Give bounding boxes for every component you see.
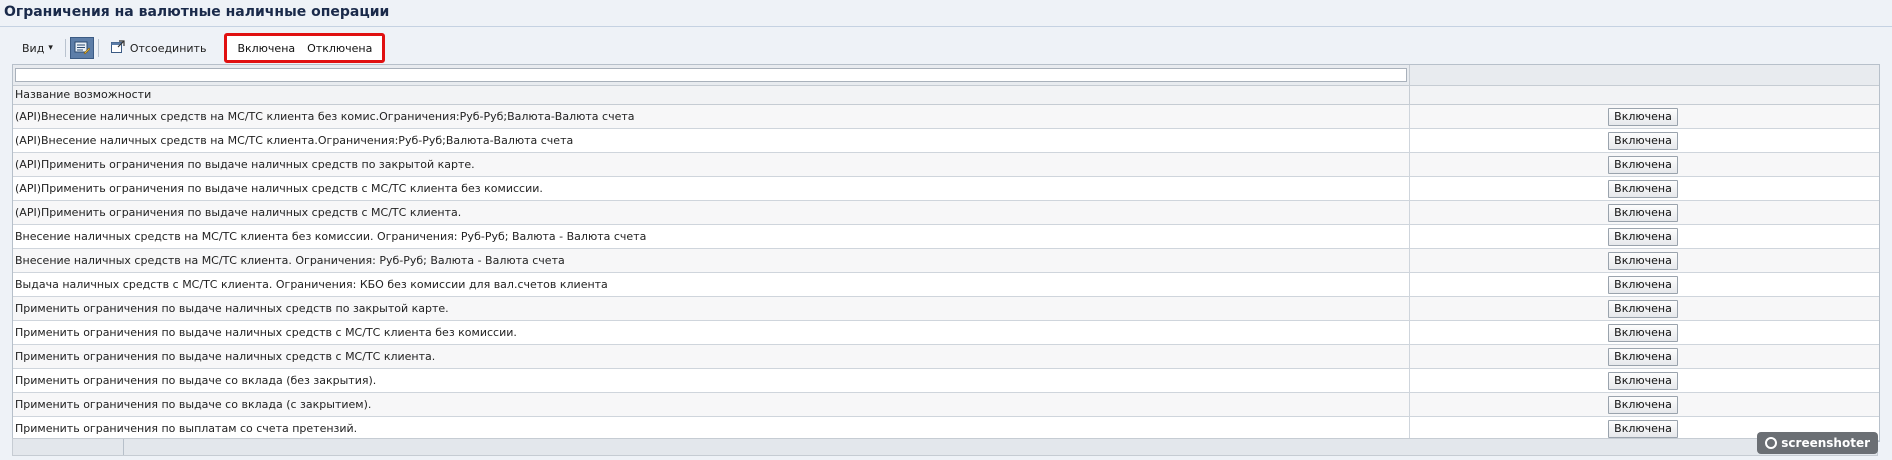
action-cell: Включена — [1410, 345, 1879, 368]
action-cell: Включена — [1410, 273, 1879, 296]
table-row: Применить ограничения по выдаче наличных… — [13, 297, 1879, 321]
action-cell: Включена — [1410, 225, 1879, 248]
detach-label: Отсоединить — [129, 41, 207, 55]
table-row: Применить ограничения по выдаче наличных… — [13, 321, 1879, 345]
action-cell: Включена — [1410, 393, 1879, 416]
toggle-status-button[interactable]: Включена — [1608, 371, 1678, 390]
filter-cell — [13, 65, 1410, 85]
toggle-status-button[interactable]: Включена — [1608, 227, 1678, 246]
capability-name-cell: (API)Внесение наличных средств на МС/ТС … — [13, 129, 1410, 152]
column-header-action — [1410, 86, 1879, 104]
capability-name-cell: (API)Применить ограничения по выдаче нал… — [13, 201, 1410, 224]
toggle-status-button[interactable]: Включена — [1608, 155, 1678, 174]
table-row: Внесение наличных средств на МС/ТС клиен… — [13, 225, 1879, 249]
at-icon — [1765, 437, 1778, 449]
capability-name-cell: Применить ограничения по выдаче наличных… — [13, 345, 1410, 368]
name-filter-input[interactable] — [15, 68, 1407, 82]
action-cell: Включена — [1410, 177, 1879, 200]
capability-name-cell: Применить ограничения по выдаче наличных… — [13, 321, 1410, 344]
toggle-status-button[interactable]: Включена — [1608, 419, 1678, 438]
capability-name-cell: Выдача наличных средств с МС/ТС клиента.… — [13, 273, 1410, 296]
watermark-text: screenshoter — [1781, 436, 1870, 450]
table-row: (API)Внесение наличных средств на МС/ТС … — [13, 105, 1879, 129]
toggle-status-button[interactable]: Включена — [1608, 275, 1678, 294]
edit-table-icon[interactable] — [69, 37, 94, 59]
toggle-status-button[interactable]: Включена — [1608, 107, 1678, 126]
status-filter-group: Включена Отключена — [224, 33, 386, 63]
action-cell: Включена — [1410, 369, 1879, 392]
table-row: (API)Внесение наличных средств на МС/ТС … — [13, 129, 1879, 153]
watermark: screenshoter — [1757, 432, 1878, 454]
action-cell: Включена — [1410, 249, 1879, 272]
table-row: Применить ограничения по выдаче со вклад… — [13, 369, 1879, 393]
enabled-filter-button[interactable]: Включена — [237, 42, 295, 55]
toggle-status-button[interactable]: Включена — [1608, 395, 1678, 414]
capability-name-cell: Применить ограничения по выдаче наличных… — [13, 297, 1410, 320]
capability-name-cell: (API)Применить ограничения по выдаче нал… — [13, 177, 1410, 200]
toggle-status-button[interactable]: Включена — [1608, 299, 1678, 318]
table-row: (API)Применить ограничения по выдаче нал… — [13, 153, 1879, 177]
detach-icon — [110, 39, 125, 57]
action-cell: Включена — [1410, 105, 1879, 128]
action-cell: Включена — [1410, 129, 1879, 152]
disabled-filter-button[interactable]: Отключена — [307, 42, 372, 55]
capability-name-cell: Применить ограничения по выдаче со вклад… — [13, 369, 1410, 392]
table-footer — [12, 438, 1878, 456]
toggle-status-button[interactable]: Включена — [1608, 131, 1678, 150]
action-cell: Включена — [1410, 321, 1879, 344]
title-divider — [0, 26, 1892, 27]
capability-name-cell: Применить ограничения по выдаче со вклад… — [13, 393, 1410, 416]
capability-name-cell: Применить ограничения по выплатам со сче… — [13, 417, 1410, 440]
capability-name-cell: (API)Внесение наличных средств на МС/ТС … — [13, 105, 1410, 128]
table-body: (API)Внесение наличных средств на МС/ТС … — [13, 105, 1879, 441]
action-cell: Включена — [1410, 201, 1879, 224]
capability-name-cell: Внесение наличных средств на МС/ТС клиен… — [13, 249, 1410, 272]
detach-button[interactable]: Отсоединить — [103, 37, 215, 59]
page-title: Ограничения на валютные наличные операци… — [4, 4, 390, 20]
chevron-down-icon: ▾ — [48, 43, 53, 53]
table-row: Внесение наличных средств на МС/ТС клиен… — [13, 249, 1879, 273]
capability-name-cell: Внесение наличных средств на МС/ТС клиен… — [13, 225, 1410, 248]
view-menu-label: Вид — [22, 41, 45, 55]
table-row: (API)Применить ограничения по выдаче нал… — [13, 201, 1879, 225]
toggle-status-button[interactable]: Включена — [1608, 251, 1678, 270]
filter-cell-empty — [1410, 65, 1879, 85]
capabilities-table: Название возможности (API)Внесение налич… — [12, 64, 1880, 442]
toolbar-separator — [97, 39, 99, 57]
table-header: Название возможности — [13, 86, 1879, 105]
table-row: Выдача наличных средств с МС/ТС клиента.… — [13, 273, 1879, 297]
toggle-status-button[interactable]: Включена — [1608, 323, 1678, 342]
toolbar-separator — [64, 39, 66, 57]
action-cell: Включена — [1410, 297, 1879, 320]
table-row: Применить ограничения по выдаче со вклад… — [13, 393, 1879, 417]
toolbar: Вид ▾ Отсоединить Включена Отключена — [14, 33, 1878, 63]
capability-name-cell: (API)Применить ограничения по выдаче нал… — [13, 153, 1410, 176]
view-menu-button[interactable]: Вид ▾ — [14, 37, 61, 59]
table-row: Применить ограничения по выдаче наличных… — [13, 345, 1879, 369]
footer-divider — [123, 439, 124, 455]
table-row: (API)Применить ограничения по выдаче нал… — [13, 177, 1879, 201]
toggle-status-button[interactable]: Включена — [1608, 203, 1678, 222]
toggle-status-button[interactable]: Включена — [1608, 179, 1678, 198]
toggle-status-button[interactable]: Включена — [1608, 347, 1678, 366]
column-header-name[interactable]: Название возможности — [13, 86, 1410, 104]
filter-row — [13, 65, 1879, 86]
action-cell: Включена — [1410, 153, 1879, 176]
